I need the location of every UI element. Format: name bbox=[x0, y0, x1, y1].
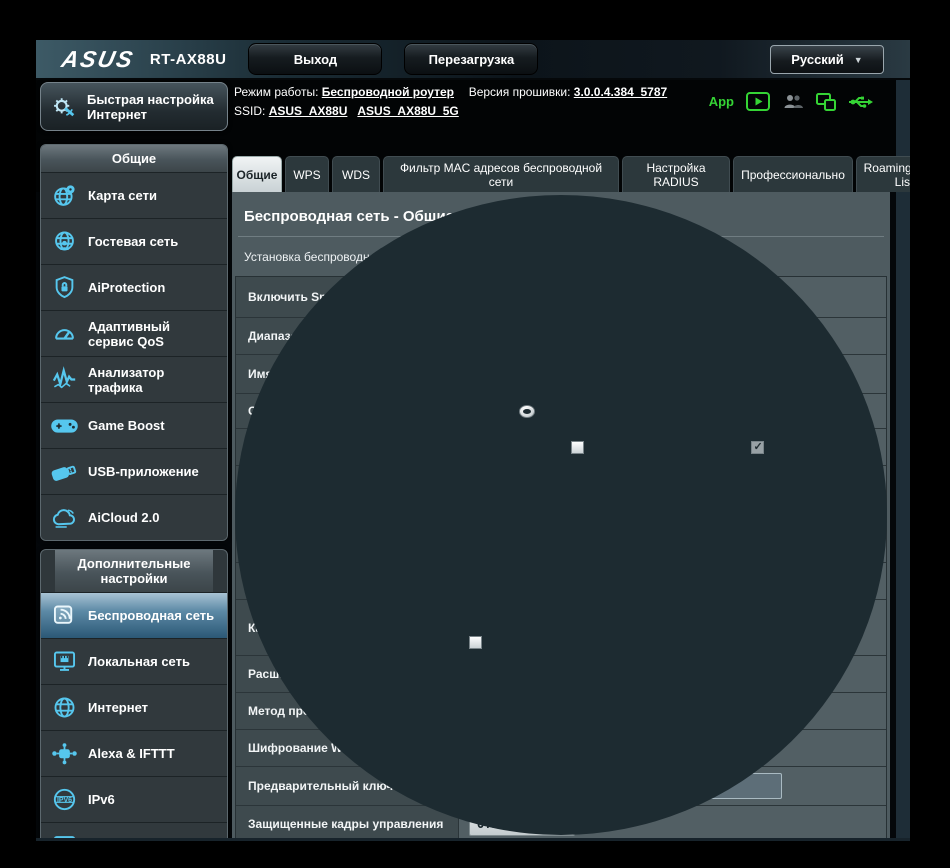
svg-text:IPV6: IPV6 bbox=[56, 797, 71, 804]
sidebar-section-general: Общие Карта сети Гостевая сеть AiProtection… bbox=[40, 144, 228, 541]
logout-button[interactable]: Выход bbox=[248, 43, 383, 75]
app-play-icon[interactable] bbox=[746, 92, 770, 111]
sidebar-item-traffic-analyzer[interactable]: Анализатор трафика bbox=[41, 356, 227, 402]
sidebar-item-label: Alexa & IFTTT bbox=[88, 746, 175, 761]
sidebar-item-alexa-ifttt[interactable]: Alexa & IFTTT bbox=[41, 730, 227, 776]
quick-setup-button[interactable]: Быстрая настройка Интернет bbox=[40, 82, 228, 131]
sidebar-item-label: Гостевая сеть bbox=[88, 234, 179, 249]
pmf-label: Защищенные кадры управления bbox=[236, 806, 459, 838]
sidebar-item-label: Game Boost bbox=[88, 418, 165, 433]
app-label: App bbox=[708, 94, 734, 109]
sidebar-item-label: Адаптивный сервис QoS bbox=[88, 318, 171, 349]
quick-setup-label: Быстрая настройка Интернет bbox=[87, 91, 214, 122]
firmware-link[interactable]: 3.0.0.4.384_5787 bbox=[574, 85, 667, 99]
router-admin-window: ASUS RT-AX88U Выход Перезагрузка Русский… bbox=[36, 40, 910, 841]
sidebar-item-game-boost[interactable]: Game Boost bbox=[41, 402, 227, 448]
waveform-icon bbox=[49, 366, 79, 394]
xbox-optimized-checkbox[interactable] bbox=[571, 440, 584, 454]
sidebar-item-label: USB-приложение bbox=[88, 464, 199, 479]
tab-professional[interactable]: Профессионально bbox=[733, 156, 853, 192]
hide-ssid-no-radio[interactable] bbox=[519, 404, 536, 418]
sidebar-item-usb-app[interactable]: USB-приложение bbox=[41, 448, 227, 494]
settings-form: Включить Smart Connect OFF Диапазон 2.4G… bbox=[235, 276, 887, 838]
usb-drive-icon bbox=[49, 458, 79, 486]
sidebar-item-label: IPv6 bbox=[88, 792, 115, 807]
ssid-link-2[interactable]: ASUS_AX88U_5G bbox=[357, 104, 458, 118]
sidebar-section-title: Дополнительные настройки bbox=[55, 550, 213, 592]
devices-sync-icon[interactable] bbox=[816, 92, 836, 111]
sidebar-item-guest-network[interactable]: Гостевая сеть bbox=[41, 218, 227, 264]
cloud-icon bbox=[49, 504, 79, 532]
sidebar-item-network-map[interactable]: Карта сети bbox=[41, 172, 227, 218]
shield-lock-icon bbox=[49, 274, 79, 302]
quick-setup-gear-icon bbox=[49, 93, 79, 121]
top-bar: ASUS RT-AX88U Выход Перезагрузка Русский… bbox=[36, 40, 910, 80]
sidebar-item-label: Локальная сеть bbox=[88, 654, 190, 669]
wireless-icon bbox=[49, 602, 79, 630]
clients-icon[interactable] bbox=[782, 93, 804, 110]
lan-port-icon bbox=[49, 648, 79, 676]
sidebar-item-label: AiProtection bbox=[88, 280, 166, 295]
tab-radius[interactable]: Настройка RADIUS bbox=[622, 156, 730, 192]
sidebar-item-label: Карта сети bbox=[88, 188, 157, 203]
auto-select-channel-checkbox[interactable] bbox=[469, 635, 482, 649]
mode-label: Режим работы: bbox=[234, 85, 319, 99]
gamepad-icon bbox=[49, 412, 79, 440]
status-bar: Режим работы: Беспроводной роутер Версия… bbox=[234, 83, 667, 121]
main-panel: Беспроводная сеть - Общие Установка бесп… bbox=[232, 192, 890, 838]
asus-logo: ASUS bbox=[59, 45, 137, 72]
sidebar-section-title: Общие bbox=[41, 145, 227, 172]
sidebar-item-internet[interactable]: Интернет bbox=[41, 684, 227, 730]
tab-wds[interactable]: WDS bbox=[332, 156, 380, 192]
sidebar-item-label: AiCloud 2.0 bbox=[88, 510, 160, 525]
tab-roaming-block-list[interactable]: Roaming Block List bbox=[856, 156, 910, 192]
globe-pin-icon bbox=[49, 182, 79, 210]
mode-link[interactable]: Беспроводной роутер bbox=[322, 85, 454, 99]
router-model: RT-AX88U bbox=[149, 50, 227, 68]
tab-general[interactable]: Общие bbox=[232, 156, 282, 192]
nodes-icon bbox=[49, 740, 79, 768]
reboot-button[interactable]: Перезагрузка bbox=[404, 43, 539, 75]
sidebar-item-label: VPN bbox=[88, 838, 115, 841]
vpn-monitor-icon bbox=[49, 832, 79, 838]
sidebar-item-label: Беспроводная сеть bbox=[88, 608, 215, 623]
status-line-ssid: SSID: ASUS_AX88U ASUS_AX88U_5G bbox=[234, 102, 667, 121]
tab-wps[interactable]: WPS bbox=[285, 156, 329, 192]
sidebar-item-vpn[interactable]: VPN bbox=[41, 822, 227, 841]
sidebar-item-wireless[interactable]: Беспроводная сеть bbox=[41, 592, 227, 638]
sidebar-item-ipv6[interactable]: IPV6 IPv6 bbox=[41, 776, 227, 822]
chevron-down-icon: ▼ bbox=[853, 54, 863, 65]
sidebar-item-aiprotection[interactable]: AiProtection bbox=[41, 264, 227, 310]
language-select[interactable]: Русский ▼ bbox=[770, 45, 884, 74]
tab-bar: Общие WPS WDS Фильтр MAC адресов беспроводн… bbox=[232, 156, 910, 192]
ssid-link-1[interactable]: ASUS_AX88U bbox=[269, 104, 348, 118]
window-right-frame bbox=[896, 80, 910, 838]
status-line-mode: Режим работы: Беспроводной роутер Версия… bbox=[234, 83, 667, 102]
tab-mac-filter[interactable]: Фильтр MAC адресов беспроводной сети bbox=[383, 156, 619, 192]
ssid-label: SSID: bbox=[234, 104, 266, 118]
sidebar-item-adaptive-qos[interactable]: Адаптивный сервис QoS bbox=[41, 310, 227, 356]
status-icons: App bbox=[709, 92, 874, 111]
sidebar-item-label: Анализатор трафика bbox=[88, 364, 165, 395]
sidebar-section-advanced: Дополнительные настройки Беспроводная сет… bbox=[40, 549, 228, 841]
usb-icon[interactable] bbox=[848, 94, 874, 110]
sidebar: Быстрая настройка Интернет Общие Карта се… bbox=[40, 82, 228, 841]
sidebar-item-lan[interactable]: Локальная сеть bbox=[41, 638, 227, 684]
globe-user-icon bbox=[49, 228, 79, 256]
language-value: Русский bbox=[791, 52, 844, 67]
sidebar-item-aicloud[interactable]: AiCloud 2.0 bbox=[41, 494, 227, 540]
globe-icon bbox=[49, 694, 79, 722]
sidebar-item-label: Интернет bbox=[88, 700, 149, 715]
firmware-label: Версия прошивки: bbox=[468, 85, 571, 99]
ipv6-globe-icon: IPV6 bbox=[49, 786, 79, 814]
bg-protection-checkbox[interactable] bbox=[751, 440, 765, 454]
row-hide-ssid: Скрыть SSID Да Нет bbox=[236, 393, 886, 428]
gauge-icon bbox=[49, 320, 79, 348]
